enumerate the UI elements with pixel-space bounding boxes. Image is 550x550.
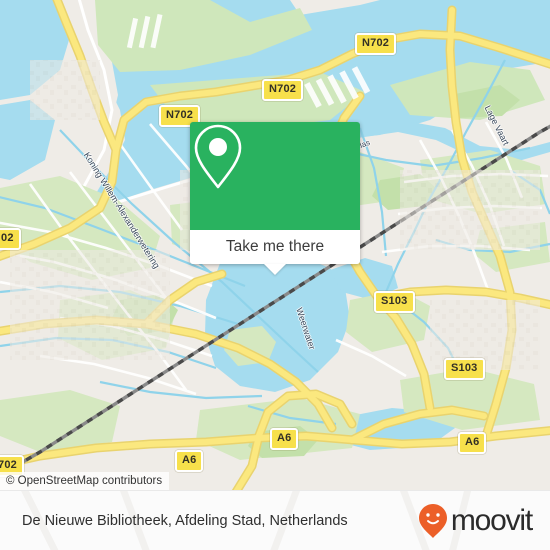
road-shield: 02 xyxy=(0,228,21,250)
map-pin-icon xyxy=(194,124,242,189)
road-shield: S103 xyxy=(374,291,415,313)
road-shield: A6 xyxy=(270,428,299,450)
road-shield: A6 xyxy=(458,432,487,454)
popup-image-area xyxy=(190,122,360,230)
place-title: De Nieuwe Bibliotheek, Afdeling Stad, Ne… xyxy=(22,512,348,529)
popup-tail xyxy=(264,264,286,275)
moovit-pin-icon xyxy=(418,503,447,538)
footer-bar: De Nieuwe Bibliotheek, Afdeling Stad, Ne… xyxy=(0,490,550,550)
take-me-there-button[interactable]: Take me there xyxy=(190,230,360,264)
road-shield: A6 xyxy=(175,450,204,472)
destination-popup-card[interactable]: Take me there xyxy=(190,122,360,275)
map-canvas[interactable]: N702 N702 N702 02 702 S103 S103 A6 A6 A6… xyxy=(0,0,550,490)
road-shield: S103 xyxy=(444,358,485,380)
take-me-there-label: Take me there xyxy=(225,238,325,255)
road-shield: N702 xyxy=(355,33,397,55)
moovit-wordmark: moovit xyxy=(450,503,533,537)
road-shield: N702 xyxy=(262,79,304,101)
map-attribution[interactable]: © OpenStreetMap contributors xyxy=(0,472,170,490)
map-screen: N702 N702 N702 02 702 S103 S103 A6 A6 A6… xyxy=(0,0,550,550)
moovit-logo[interactable]: moovit xyxy=(418,503,533,539)
